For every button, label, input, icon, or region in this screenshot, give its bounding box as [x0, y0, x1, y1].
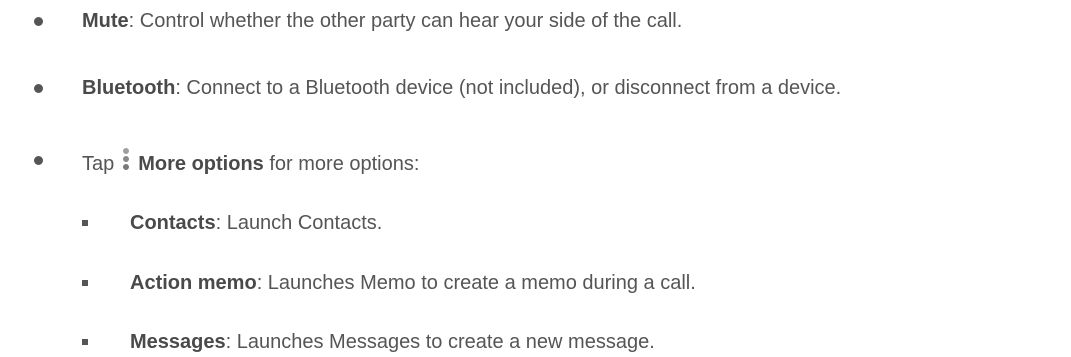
list-item-bluetooth: Bluetooth: Connect to a Bluetooth device…	[82, 76, 841, 100]
sublist-bullet	[82, 280, 88, 286]
list-bullet	[34, 17, 43, 26]
sublist-bullet	[82, 220, 88, 226]
desc-contacts: : Launch Contacts.	[215, 212, 383, 234]
list-bullet	[34, 84, 43, 93]
desc-action-memo: : Launches Memo to create a memo during …	[256, 272, 696, 294]
term-action-memo: Action memo	[130, 272, 257, 294]
term-messages: Messages	[130, 331, 226, 353]
term-contacts: Contacts	[130, 212, 216, 234]
desc-more-options: for more options:	[263, 153, 420, 175]
list-item-more-options: Tap More options for more options:	[82, 148, 419, 176]
list-bullet	[34, 156, 43, 165]
desc-messages: : Launches Messages to create a new mess…	[225, 331, 655, 353]
more-options-icon	[122, 148, 130, 174]
sublist-bullet	[82, 339, 88, 345]
desc-bluetooth: : Connect to a Bluetooth device (not inc…	[175, 77, 842, 99]
prefix-tap: Tap	[82, 153, 115, 175]
desc-mute: : Control whether the other party can he…	[128, 10, 683, 32]
sublist-item-contacts: Contacts: Launch Contacts.	[130, 211, 382, 235]
list-item-mute: Mute: Control whether the other party ca…	[82, 9, 682, 33]
term-bluetooth: Bluetooth	[82, 77, 176, 99]
sublist-item-action-memo: Action memo: Launches Memo to create a m…	[130, 271, 696, 295]
sublist-item-messages: Messages: Launches Messages to create a …	[130, 330, 655, 354]
term-more-options: More options	[138, 153, 264, 175]
term-mute: Mute	[82, 10, 129, 32]
